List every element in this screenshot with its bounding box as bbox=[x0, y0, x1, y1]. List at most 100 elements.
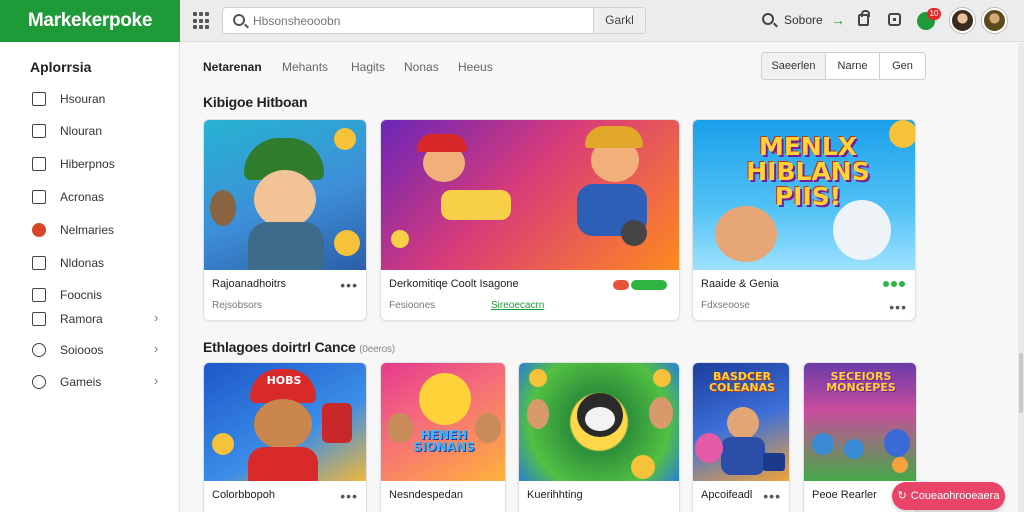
game-subtitle: Fdxseoose bbox=[701, 300, 750, 311]
more-options-icon[interactable]: ••• bbox=[340, 489, 358, 503]
user-icon bbox=[32, 375, 46, 389]
game-card[interactable]: Derkomitiqe Coolt Isagone Fesioones Sire… bbox=[380, 119, 680, 321]
game-link[interactable]: Sireoecacrn bbox=[491, 300, 544, 311]
game-thumbnail: MENLX HIBLANS PIIS! bbox=[693, 120, 915, 270]
scrollbar-thumb[interactable] bbox=[1019, 353, 1023, 413]
sidebar-item-9[interactable]: Soiooos › bbox=[0, 338, 180, 362]
chevron-right-icon: › bbox=[154, 373, 159, 388]
sidebar-item-10[interactable]: Gameis › bbox=[0, 370, 180, 394]
game-thumbnail: HENEH SIONANS bbox=[381, 363, 505, 481]
sidebar-item-label: Nldonas bbox=[60, 256, 105, 270]
game-title: Nesndespedan bbox=[389, 489, 464, 501]
game-title: Kuerihhting bbox=[527, 489, 583, 501]
game-card[interactable]: HENEH SIONANS Nesndespedan bbox=[380, 362, 506, 512]
chevron-right-icon: › bbox=[154, 341, 159, 356]
game-thumbnail bbox=[519, 363, 679, 481]
avatar-secondary[interactable] bbox=[982, 8, 1007, 33]
sidebar-item-8[interactable]: Ramora › bbox=[0, 307, 180, 331]
game-art-headline: HOBS bbox=[266, 374, 302, 387]
chevron-right-icon: › bbox=[154, 310, 159, 325]
avatar[interactable] bbox=[950, 8, 975, 33]
edit-icon bbox=[32, 92, 46, 106]
game-art-headline: HENEH SIONANS bbox=[413, 428, 475, 454]
sort-option-2[interactable]: Narne bbox=[826, 53, 880, 79]
game-title: Derkomitiqe Coolt Isagone bbox=[389, 278, 519, 290]
game-thumbnail bbox=[204, 120, 366, 270]
game-card[interactable]: HOBS Colorbbopoh ••• bbox=[203, 362, 367, 512]
chart-icon bbox=[32, 256, 46, 270]
sidebar-item-6[interactable]: Nldonas bbox=[0, 251, 180, 275]
search-button[interactable]: Garkl bbox=[593, 8, 645, 33]
rating-dots bbox=[883, 281, 905, 287]
game-title: Peoe Rearler bbox=[812, 489, 877, 501]
game-card[interactable]: MENLX HIBLANS PIIS! Raaide & Genia Fdxse… bbox=[692, 119, 916, 321]
sidebar-item-label: Hiberpnos bbox=[60, 157, 115, 171]
game-thumbnail: BASDCER COLEANAS bbox=[693, 363, 789, 481]
clock-icon bbox=[32, 343, 46, 357]
sidebar-item-1[interactable]: Hsouran bbox=[0, 87, 180, 111]
section-title-collection: Ethlagoes doirtrl Cance (0eeros) bbox=[203, 339, 395, 355]
sort-toggle: Saeerlen Narne Gen bbox=[761, 52, 926, 80]
sidebar-item-label: Foocnis bbox=[60, 288, 103, 302]
arrow-right-icon[interactable]: → bbox=[831, 12, 845, 28]
sort-option-3[interactable]: Gen bbox=[880, 53, 925, 79]
list-icon bbox=[32, 288, 46, 302]
badge-icon bbox=[32, 223, 46, 237]
sort-option-1[interactable]: Saeerlen bbox=[762, 53, 826, 79]
brand-logo[interactable]: Markekerpoke bbox=[0, 0, 180, 42]
sidebar-item-label: Hsouran bbox=[60, 92, 106, 106]
sidebar-item-7[interactable]: Foocnis bbox=[0, 283, 180, 307]
game-thumbnail: SECEIORS MONGEPES bbox=[804, 363, 916, 481]
game-title: Rajoanadhoitrs bbox=[212, 278, 286, 290]
game-card[interactable]: BASDCER COLEANAS Apcoifeadl ••• bbox=[692, 362, 790, 512]
tab-2[interactable]: Mehants bbox=[282, 60, 328, 74]
scrollbar[interactable] bbox=[1018, 43, 1024, 512]
more-options-icon[interactable]: ••• bbox=[763, 489, 781, 503]
game-art-headline: SECEIORS MONGEPES bbox=[826, 370, 896, 394]
window-icon[interactable] bbox=[888, 13, 901, 26]
sidebar-item-label: Nlouran bbox=[60, 124, 103, 138]
section-title-featured: Kibigoe Hitboan bbox=[203, 94, 308, 110]
game-art-headline: MENLX HIBLANS PIIS! bbox=[746, 132, 870, 211]
sidebar-item-label: Gameis bbox=[60, 375, 102, 389]
game-thumbnail: HOBS bbox=[204, 363, 366, 481]
sidebar-item-5[interactable]: Nelmaries bbox=[0, 218, 180, 242]
sidebar-item-label: Acronas bbox=[60, 190, 105, 204]
tab-3[interactable]: Hagits bbox=[351, 60, 385, 74]
notification-badge: 10 bbox=[927, 8, 941, 20]
apps-grid-icon[interactable] bbox=[193, 12, 211, 30]
game-title: Apcoifeadl bbox=[701, 489, 753, 501]
tab-5[interactable]: Heeus bbox=[458, 60, 493, 74]
share-icon bbox=[32, 190, 46, 204]
game-card[interactable]: Rajoanadhoitrs ••• Rejsobsors bbox=[203, 119, 367, 321]
bookmark-icon bbox=[32, 312, 46, 326]
search-icon bbox=[233, 14, 245, 26]
document-icon bbox=[32, 157, 46, 171]
game-art-headline: BASDCER COLEANAS bbox=[708, 370, 776, 394]
camera-icon bbox=[32, 124, 46, 138]
promo-button[interactable]: Coueaohrooeaera bbox=[892, 482, 1005, 510]
game-title: Colorbbopoh bbox=[212, 489, 275, 501]
more-options-icon[interactable]: ••• bbox=[340, 278, 358, 292]
sidebar-item-label: Soiooos bbox=[60, 343, 104, 357]
sidebar-item-3[interactable]: Hiberpnos bbox=[0, 152, 180, 176]
more-options-icon[interactable]: ••• bbox=[889, 300, 907, 314]
magnifier-icon[interactable] bbox=[762, 13, 774, 25]
tab-4[interactable]: Nonas bbox=[404, 60, 439, 74]
game-subtitle: Rejsobsors bbox=[212, 300, 263, 311]
top-nav-label[interactable]: Sobore bbox=[784, 13, 823, 27]
sidebar-item-2[interactable]: Nlouran bbox=[0, 119, 180, 143]
sidebar-item-4[interactable]: Acronas bbox=[0, 185, 180, 209]
section-title-text: Ethlagoes doirtrl Cance bbox=[203, 339, 356, 355]
sidebar-item-label: Ramora bbox=[60, 312, 103, 326]
game-subtitle: Fesioones bbox=[389, 300, 436, 311]
lock-icon[interactable] bbox=[858, 10, 870, 26]
search-bar: Garkl bbox=[222, 7, 646, 34]
tab-1[interactable]: Netarenan bbox=[203, 60, 262, 74]
sidebar-item-label: Nelmaries bbox=[60, 223, 115, 237]
top-bar: Markekerpoke Garkl Sobore → 10 bbox=[0, 0, 1024, 42]
game-title: Raaide & Genia bbox=[701, 278, 779, 290]
rating-pills bbox=[613, 280, 667, 290]
search-input[interactable] bbox=[253, 11, 593, 30]
game-card[interactable]: Kuerihhting bbox=[518, 362, 680, 512]
